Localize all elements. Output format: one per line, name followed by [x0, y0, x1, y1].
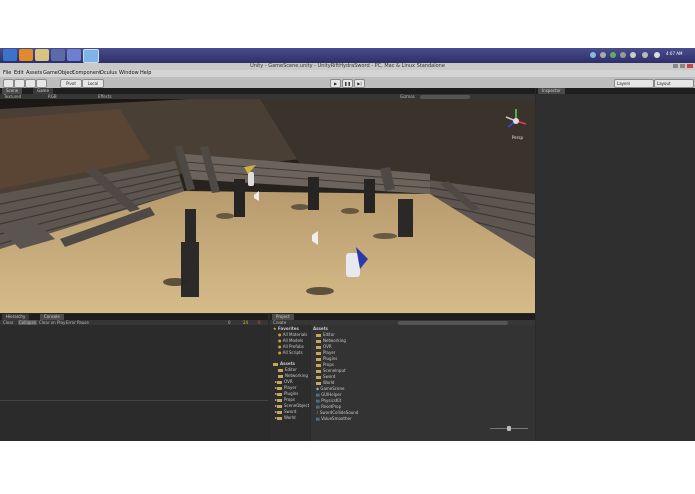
- tree-folder[interactable]: ▸ World: [275, 415, 295, 420]
- assets-root[interactable]: Assets: [273, 361, 295, 366]
- scale-tool-button[interactable]: [36, 79, 47, 88]
- scene-search-input[interactable]: [420, 94, 470, 99]
- tray-icon[interactable]: [642, 52, 648, 58]
- asset-folder[interactable]: SceneInput: [316, 368, 346, 373]
- menu-bar: File Edit Assets GameObject Component Oc…: [0, 70, 695, 77]
- pivot-button[interactable]: Pivot: [60, 79, 82, 88]
- play-button[interactable]: ▶: [330, 79, 341, 88]
- hand-tool-button[interactable]: [3, 79, 14, 88]
- tree-folder[interactable]: ▸ SceneObject: [275, 403, 309, 408]
- move-tool-button[interactable]: [14, 79, 25, 88]
- asset-script-file[interactable]: ▤ GUIHelper: [316, 392, 342, 397]
- windows-start-icon[interactable]: [3, 49, 17, 61]
- asset-folder[interactable]: Networking: [316, 338, 346, 343]
- asset-folder[interactable]: Plugins: [316, 356, 337, 361]
- visual-studio-icon[interactable]: [51, 49, 65, 61]
- menu-edit[interactable]: Edit: [14, 70, 24, 77]
- favorite-item[interactable]: ● All Materials: [278, 332, 307, 337]
- asset-scene-file[interactable]: ◆ GameScene: [316, 386, 344, 391]
- tray-icon[interactable]: [600, 52, 606, 58]
- scene-render: [0, 99, 535, 313]
- network-icon[interactable]: [620, 52, 626, 58]
- inspector-panel: [536, 94, 695, 441]
- project-search-input[interactable]: [398, 320, 508, 325]
- tree-folder[interactable]: ▸ Player: [275, 385, 296, 390]
- editor-area: Scene Game Textured RGB Effects Gizmos P…: [0, 88, 695, 441]
- asset-audio-file[interactable]: ♪ SwordCollideSound: [316, 410, 358, 415]
- menu-file[interactable]: File: [3, 70, 11, 77]
- layers-dropdown[interactable]: Layers: [614, 79, 654, 88]
- tree-folder[interactable]: Editor: [278, 367, 297, 372]
- folder-icon[interactable]: [35, 49, 49, 61]
- taskbar: 4:07 AM: [0, 48, 695, 63]
- pause-button[interactable]: ❚❚: [342, 79, 353, 88]
- tree-folder[interactable]: Networking: [278, 373, 308, 378]
- layout-dropdown[interactable]: Layout: [654, 79, 694, 88]
- asset-folder[interactable]: World: [316, 380, 334, 385]
- asset-folder[interactable]: Props: [316, 362, 334, 367]
- assets-breadcrumb[interactable]: Assets: [313, 326, 328, 331]
- app-icon[interactable]: [67, 49, 81, 61]
- menu-oculus[interactable]: Oculus: [100, 70, 117, 77]
- close-icon[interactable]: [687, 64, 693, 68]
- minimize-icon[interactable]: [673, 64, 678, 68]
- window-title: Unity - GameScene.unity - UnityRiftHydra…: [250, 63, 445, 69]
- toolbar: Pivot Local ▶ ❚❚ ▶| Layers Layout: [0, 77, 695, 88]
- menu-assets[interactable]: Assets: [26, 70, 42, 77]
- step-button[interactable]: ▶|: [354, 79, 365, 88]
- asset-folder[interactable]: Sword: [316, 374, 335, 379]
- asset-script-file[interactable]: ▤ ResetProp: [316, 404, 341, 409]
- local-button[interactable]: Local: [82, 79, 104, 88]
- maximize-icon[interactable]: [680, 64, 685, 68]
- rotate-tool-button[interactable]: [25, 79, 36, 88]
- favorite-item[interactable]: ● All Prefabs: [278, 344, 304, 349]
- console-divider: [0, 400, 268, 401]
- asset-folder[interactable]: Player: [316, 350, 335, 355]
- persp-label[interactable]: Persp: [512, 135, 523, 140]
- tree-folder[interactable]: ▸ Plugins: [275, 391, 298, 396]
- tree-folder[interactable]: ▸ OVR: [275, 379, 293, 384]
- flag-icon[interactable]: [654, 52, 660, 58]
- favorite-item[interactable]: ● All Scripts: [278, 350, 303, 355]
- menu-component[interactable]: Component: [72, 70, 101, 77]
- tray-icon[interactable]: [610, 52, 616, 58]
- tree-folder[interactable]: ▸ Sword: [275, 409, 296, 414]
- tree-folder[interactable]: ▸ Props: [275, 397, 295, 402]
- unity-icon[interactable]: [83, 49, 99, 63]
- asset-folder[interactable]: Editor: [316, 332, 335, 337]
- firefox-icon[interactable]: [19, 49, 33, 61]
- menu-help[interactable]: Help: [140, 70, 151, 77]
- volume-icon[interactable]: [630, 52, 636, 58]
- favorite-item[interactable]: ● All Models: [278, 338, 303, 343]
- asset-script-file[interactable]: ▤ PhysicsKit: [316, 398, 341, 403]
- console-log-area: [0, 325, 268, 441]
- asset-script-file[interactable]: ▤ ValueSmoother: [316, 416, 352, 421]
- title-bar: Unity - GameScene.unity - UnityRiftHydra…: [0, 63, 695, 70]
- clock[interactable]: 4:07 AM: [666, 51, 682, 56]
- tray-icon[interactable]: [590, 52, 596, 58]
- slider-thumb[interactable]: [507, 426, 511, 431]
- menu-gameobject[interactable]: GameObject: [43, 70, 74, 77]
- scene-view[interactable]: Persp: [0, 99, 535, 313]
- favorites-header[interactable]: ★ Favorites: [273, 326, 299, 331]
- menu-window[interactable]: Window: [119, 70, 139, 77]
- asset-folder[interactable]: OVR: [316, 344, 332, 349]
